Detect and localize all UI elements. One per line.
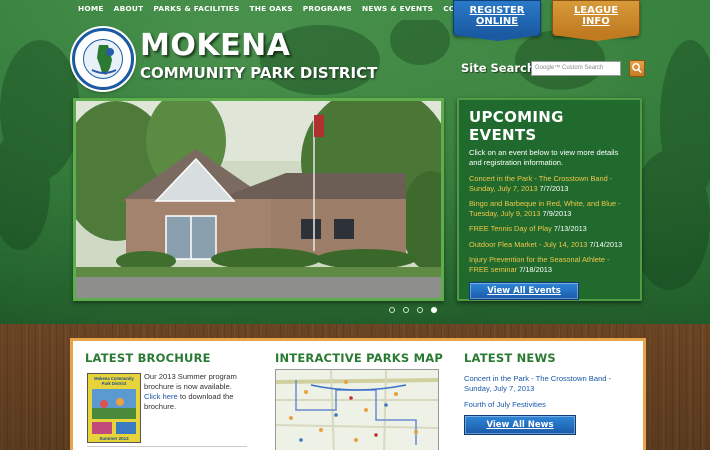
top-navigation: HOME ABOUT PARKS & FACILITIES THE OAKS P… bbox=[78, 4, 483, 13]
interactive-parks-map-heading: INTERACTIVE PARKS MAP bbox=[275, 351, 443, 365]
nav-the-oaks[interactable]: THE OAKS bbox=[249, 4, 292, 13]
park-district-logo[interactable] bbox=[72, 28, 134, 90]
site-search-label: Site Search: bbox=[461, 61, 540, 75]
search-icon bbox=[632, 63, 642, 74]
brochure-cover-title-line2: Park District bbox=[102, 381, 127, 386]
event-date: 7/9/2013 bbox=[542, 208, 572, 218]
map-column: INTERACTIVE PARKS MAP bbox=[275, 351, 443, 365]
site-title: MOKENA bbox=[140, 28, 291, 63]
page: HOME ABOUT PARKS & FACILITIES THE OAKS P… bbox=[0, 0, 710, 450]
news-column: LATEST NEWS Concert in the Park - The Cr… bbox=[464, 351, 634, 410]
event-date: 7/7/2013 bbox=[539, 183, 569, 193]
slide-dot-1[interactable] bbox=[389, 307, 395, 313]
news-link[interactable]: Concert in the Park - The Crosstown Band… bbox=[464, 374, 634, 394]
brochure-download-link[interactable]: Click here bbox=[144, 392, 178, 401]
brochure-cover-footer: Summer 2013 bbox=[99, 436, 129, 441]
logo-emblem bbox=[83, 39, 123, 79]
league-info-label: LEAGUE INFO bbox=[573, 5, 619, 27]
event-date: 7/13/2013 bbox=[553, 224, 587, 233]
nav-programs[interactable]: PROGRAMS bbox=[303, 4, 352, 13]
event-item: Bingo and Barbeque in Red, White, and Bl… bbox=[469, 199, 630, 218]
latest-news-heading: LATEST NEWS bbox=[464, 351, 556, 365]
slideshow-pager bbox=[389, 307, 437, 313]
register-online-tab[interactable]: REGISTER ONLINE bbox=[453, 0, 542, 41]
brochure-divider bbox=[87, 446, 247, 447]
event-item: Outdoor Flea Market - July 14, 2013 7/14… bbox=[469, 240, 630, 250]
news-link[interactable]: Fourth of July Festivities bbox=[464, 400, 634, 410]
upcoming-events-panel: UPCOMING EVENTS Click on an event below … bbox=[457, 98, 642, 301]
brochure-text-before: Our 2013 Summer program brochure is now … bbox=[144, 372, 237, 391]
event-link[interactable]: Outdoor Flea Market - July 14, 2013 bbox=[469, 240, 587, 249]
brochure-cover-image: Mokena Community Park District Summer 20… bbox=[88, 374, 140, 442]
illinois-map-icon bbox=[91, 45, 117, 75]
slide-dot-3[interactable] bbox=[417, 307, 423, 313]
interactive-parks-map[interactable] bbox=[275, 369, 439, 450]
nav-about[interactable]: ABOUT bbox=[114, 4, 144, 13]
site-search-input[interactable]: Google™ Custom Search bbox=[531, 61, 621, 76]
event-date: 7/18/2013 bbox=[519, 264, 553, 274]
view-all-events-button[interactable]: View All Events bbox=[469, 282, 579, 300]
event-item: Injury Prevention for the Seasonal Athle… bbox=[469, 255, 630, 274]
brochure-column: LATEST BROCHURE bbox=[85, 351, 211, 365]
upcoming-events-heading: UPCOMING EVENTS bbox=[469, 108, 564, 144]
event-item: FREE Tennis Day of Play 7/13/2013 bbox=[469, 224, 630, 234]
event-link[interactable]: FREE Tennis Day of Play bbox=[469, 224, 552, 233]
brochure-cover[interactable]: Mokena Community Park District Summer 20… bbox=[87, 373, 141, 443]
search-button[interactable] bbox=[629, 60, 645, 77]
content-panel: LATEST BROCHURE Mokena Community Park Di… bbox=[70, 338, 646, 450]
league-info-tab[interactable]: LEAGUE INFO bbox=[552, 0, 641, 41]
slideshow-image[interactable] bbox=[73, 98, 444, 301]
upcoming-events-intro: Click on an event below to view more det… bbox=[469, 148, 619, 167]
nav-parks-facilities[interactable]: PARKS & FACILITIES bbox=[153, 4, 239, 13]
latest-brochure-heading: LATEST BROCHURE bbox=[85, 351, 211, 365]
register-online-label: REGISTER ONLINE bbox=[469, 5, 525, 27]
nav-news-events[interactable]: NEWS & EVENTS bbox=[362, 4, 433, 13]
event-date: 7/14/2013 bbox=[589, 239, 623, 249]
view-all-news-button[interactable]: View All News bbox=[464, 415, 576, 435]
event-item: Concert in the Park - The Crosstown Band… bbox=[469, 174, 630, 193]
slide-dot-2[interactable] bbox=[403, 307, 409, 313]
nav-home[interactable]: HOME bbox=[78, 4, 104, 13]
site-subtitle: COMMUNITY PARK DISTRICT bbox=[140, 64, 378, 82]
brochure-description: Our 2013 Summer program brochure is now … bbox=[144, 372, 249, 412]
community-building-photo bbox=[76, 101, 441, 298]
parks-map-image bbox=[276, 370, 438, 450]
slide-dot-4[interactable] bbox=[431, 307, 437, 313]
